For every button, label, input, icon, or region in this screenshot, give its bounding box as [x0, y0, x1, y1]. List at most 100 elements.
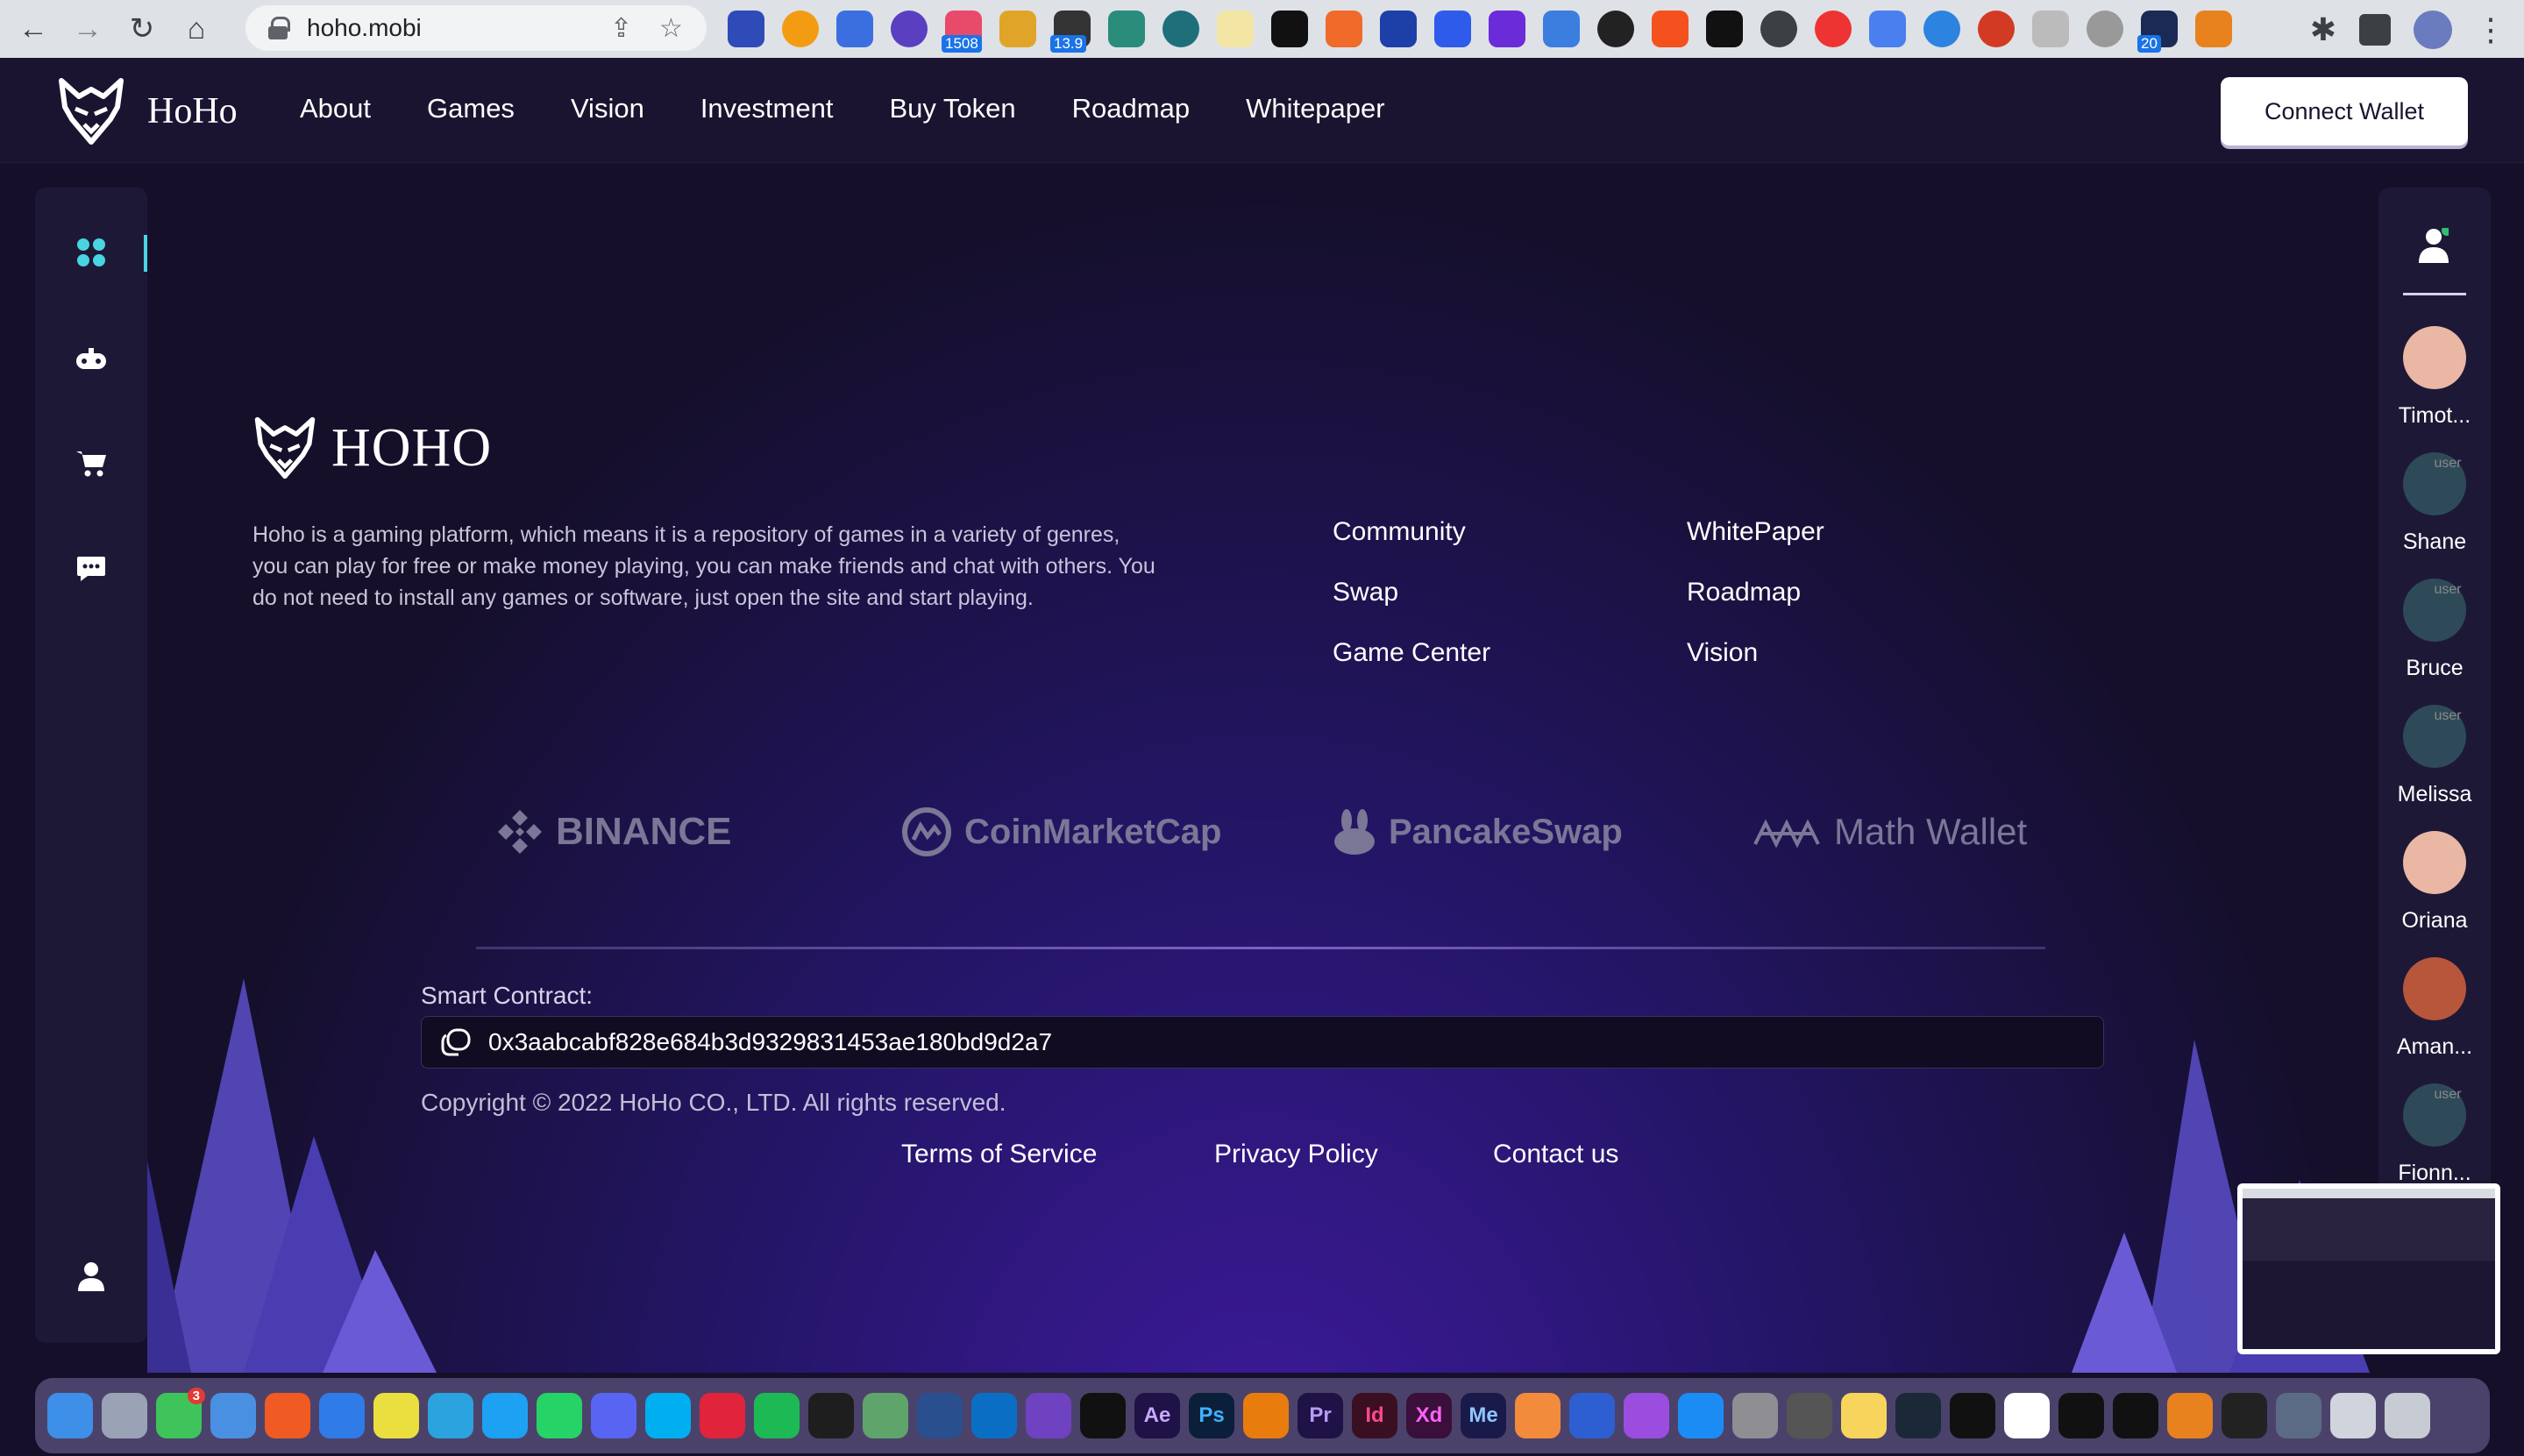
- extension-icon[interactable]: [1652, 11, 1689, 47]
- spotify-icon[interactable]: [754, 1393, 800, 1438]
- extension-icon[interactable]: 1508: [942, 11, 982, 53]
- extension-icon[interactable]: [1543, 11, 1580, 47]
- footer-link-roadmap[interactable]: Roadmap: [1687, 578, 1824, 607]
- back-icon[interactable]: ←: [12, 8, 54, 50]
- extension-icon[interactable]: [836, 11, 873, 47]
- safari-icon[interactable]: [319, 1393, 365, 1438]
- nav-about[interactable]: About: [300, 93, 371, 124]
- partner-pancakeswap[interactable]: PancakeSwap: [1333, 784, 1623, 880]
- extension-icon[interactable]: [1217, 11, 1254, 47]
- finder-icon[interactable]: [47, 1393, 93, 1438]
- gamepad-icon[interactable]: [70, 338, 112, 380]
- media-encoder-icon[interactable]: Me: [1461, 1393, 1506, 1438]
- cinema4d-icon[interactable]: [1080, 1393, 1126, 1438]
- steam-icon[interactable]: [1895, 1393, 1941, 1438]
- friend-item[interactable]: Oriana: [2378, 831, 2491, 934]
- github-icon[interactable]: [1026, 1393, 1071, 1438]
- trash-icon[interactable]: [2385, 1393, 2430, 1438]
- arrow-app-icon[interactable]: [1569, 1393, 1615, 1438]
- printer-icon[interactable]: [2330, 1393, 2376, 1438]
- partner-math-wallet[interactable]: Math Wallet: [1753, 784, 2027, 880]
- extension-icon[interactable]: [2087, 11, 2123, 47]
- forward-icon[interactable]: →: [67, 8, 109, 50]
- preview-icon[interactable]: [2276, 1393, 2321, 1438]
- mail-icon[interactable]: [210, 1393, 256, 1438]
- atom-icon[interactable]: [863, 1393, 908, 1438]
- postman-icon[interactable]: [1515, 1393, 1561, 1438]
- chrome-icon[interactable]: [373, 1393, 419, 1438]
- twitter-icon[interactable]: [482, 1393, 528, 1438]
- brand-logo[interactable]: HoHo: [56, 77, 238, 146]
- address-bar[interactable]: hoho.mobi ⇪ ☆: [245, 5, 707, 51]
- sidepanel-icon[interactable]: [2359, 14, 2391, 46]
- nav-vision[interactable]: Vision: [571, 93, 644, 124]
- extension-icon[interactable]: [1869, 11, 1906, 47]
- contact-us-link[interactable]: Contact us: [1493, 1140, 1618, 1169]
- friend-item[interactable]: user Fionn...: [2378, 1083, 2491, 1186]
- kebab-menu-icon[interactable]: ⋮: [2475, 11, 2506, 48]
- launchpad-icon[interactable]: [102, 1393, 147, 1438]
- chat-icon[interactable]: [70, 547, 112, 589]
- notion-icon[interactable]: [2004, 1393, 2050, 1438]
- cart-icon[interactable]: [70, 442, 112, 484]
- extension-icon[interactable]: [1162, 11, 1199, 47]
- screenshot-preview-thumbnail[interactable]: [2237, 1183, 2500, 1354]
- user-icon[interactable]: [2419, 225, 2452, 267]
- friend-item[interactable]: user Shane: [2378, 452, 2491, 555]
- extension-icon[interactable]: [1489, 11, 1525, 47]
- blender-icon[interactable]: [1243, 1393, 1289, 1438]
- footer-link-vision[interactable]: Vision: [1687, 638, 1824, 667]
- partner-binance[interactable]: BINANCE: [496, 784, 731, 880]
- nav-games[interactable]: Games: [427, 93, 515, 124]
- partner-coinmarketcap[interactable]: CoinMarketCap: [901, 784, 1221, 880]
- extension-icon[interactable]: [1434, 11, 1471, 47]
- nav-whitepaper[interactable]: Whitepaper: [1246, 93, 1385, 124]
- user-icon[interactable]: [70, 1255, 112, 1297]
- privacy-policy-link[interactable]: Privacy Policy: [1214, 1140, 1378, 1169]
- app-store-icon[interactable]: [1678, 1393, 1724, 1438]
- metamask-icon[interactable]: [2195, 11, 2232, 47]
- extension-icon[interactable]: [782, 11, 819, 47]
- nav-investment[interactable]: Investment: [700, 93, 834, 124]
- vscode-icon[interactable]: [971, 1393, 1017, 1438]
- extension-icon[interactable]: 13.9: [1050, 11, 1091, 53]
- whatsapp-icon[interactable]: [537, 1393, 582, 1438]
- extension-icon[interactable]: [1815, 11, 1852, 47]
- skype-icon[interactable]: [645, 1393, 691, 1438]
- notes-icon[interactable]: [1841, 1393, 1887, 1438]
- extension-icon[interactable]: [1108, 11, 1145, 47]
- extension-icon[interactable]: [891, 11, 928, 47]
- friend-item[interactable]: user Melissa: [2378, 705, 2491, 807]
- footer-link-community[interactable]: Community: [1333, 517, 1490, 546]
- puzzle-icon[interactable]: ✱: [2310, 11, 2336, 48]
- reload-icon[interactable]: ↻: [121, 8, 163, 50]
- extension-icon[interactable]: [728, 11, 764, 47]
- footer-link-game-center[interactable]: Game Center: [1333, 638, 1490, 667]
- telegram-icon[interactable]: [428, 1393, 473, 1438]
- connect-wallet-button[interactable]: Connect Wallet: [2221, 77, 2468, 146]
- frame-icon[interactable]: [2058, 1393, 2104, 1438]
- friend-item[interactable]: Aman...: [2378, 957, 2491, 1060]
- figma-icon[interactable]: [808, 1393, 854, 1438]
- xd-icon[interactable]: Xd: [1406, 1393, 1452, 1438]
- opera-icon[interactable]: [700, 1393, 745, 1438]
- friend-item[interactable]: Timot...: [2378, 326, 2491, 429]
- extension-icon[interactable]: [1271, 11, 1308, 47]
- bookmark-star-icon[interactable]: ☆: [659, 13, 683, 44]
- extension-icon[interactable]: [1923, 11, 1960, 47]
- extension-icon[interactable]: 20: [2137, 11, 2178, 53]
- after-effects-icon[interactable]: Ae: [1134, 1393, 1180, 1438]
- podcasts-icon[interactable]: [1624, 1393, 1669, 1438]
- settings-icon[interactable]: [1732, 1393, 1778, 1438]
- footer-link-whitepaper[interactable]: WhitePaper: [1687, 517, 1824, 546]
- brave-icon[interactable]: [265, 1393, 310, 1438]
- extension-icon[interactable]: [2032, 11, 2069, 47]
- footer-link-swap[interactable]: Swap: [1333, 578, 1490, 607]
- photoshop-icon[interactable]: Ps: [1189, 1393, 1234, 1438]
- calculator-icon[interactable]: [1787, 1393, 1832, 1438]
- copy-icon[interactable]: [441, 1028, 471, 1056]
- extension-icon[interactable]: [1706, 11, 1743, 47]
- extension-icon[interactable]: [1326, 11, 1362, 47]
- w-app-icon[interactable]: [2222, 1393, 2267, 1438]
- nav-buy-token[interactable]: Buy Token: [889, 93, 1015, 124]
